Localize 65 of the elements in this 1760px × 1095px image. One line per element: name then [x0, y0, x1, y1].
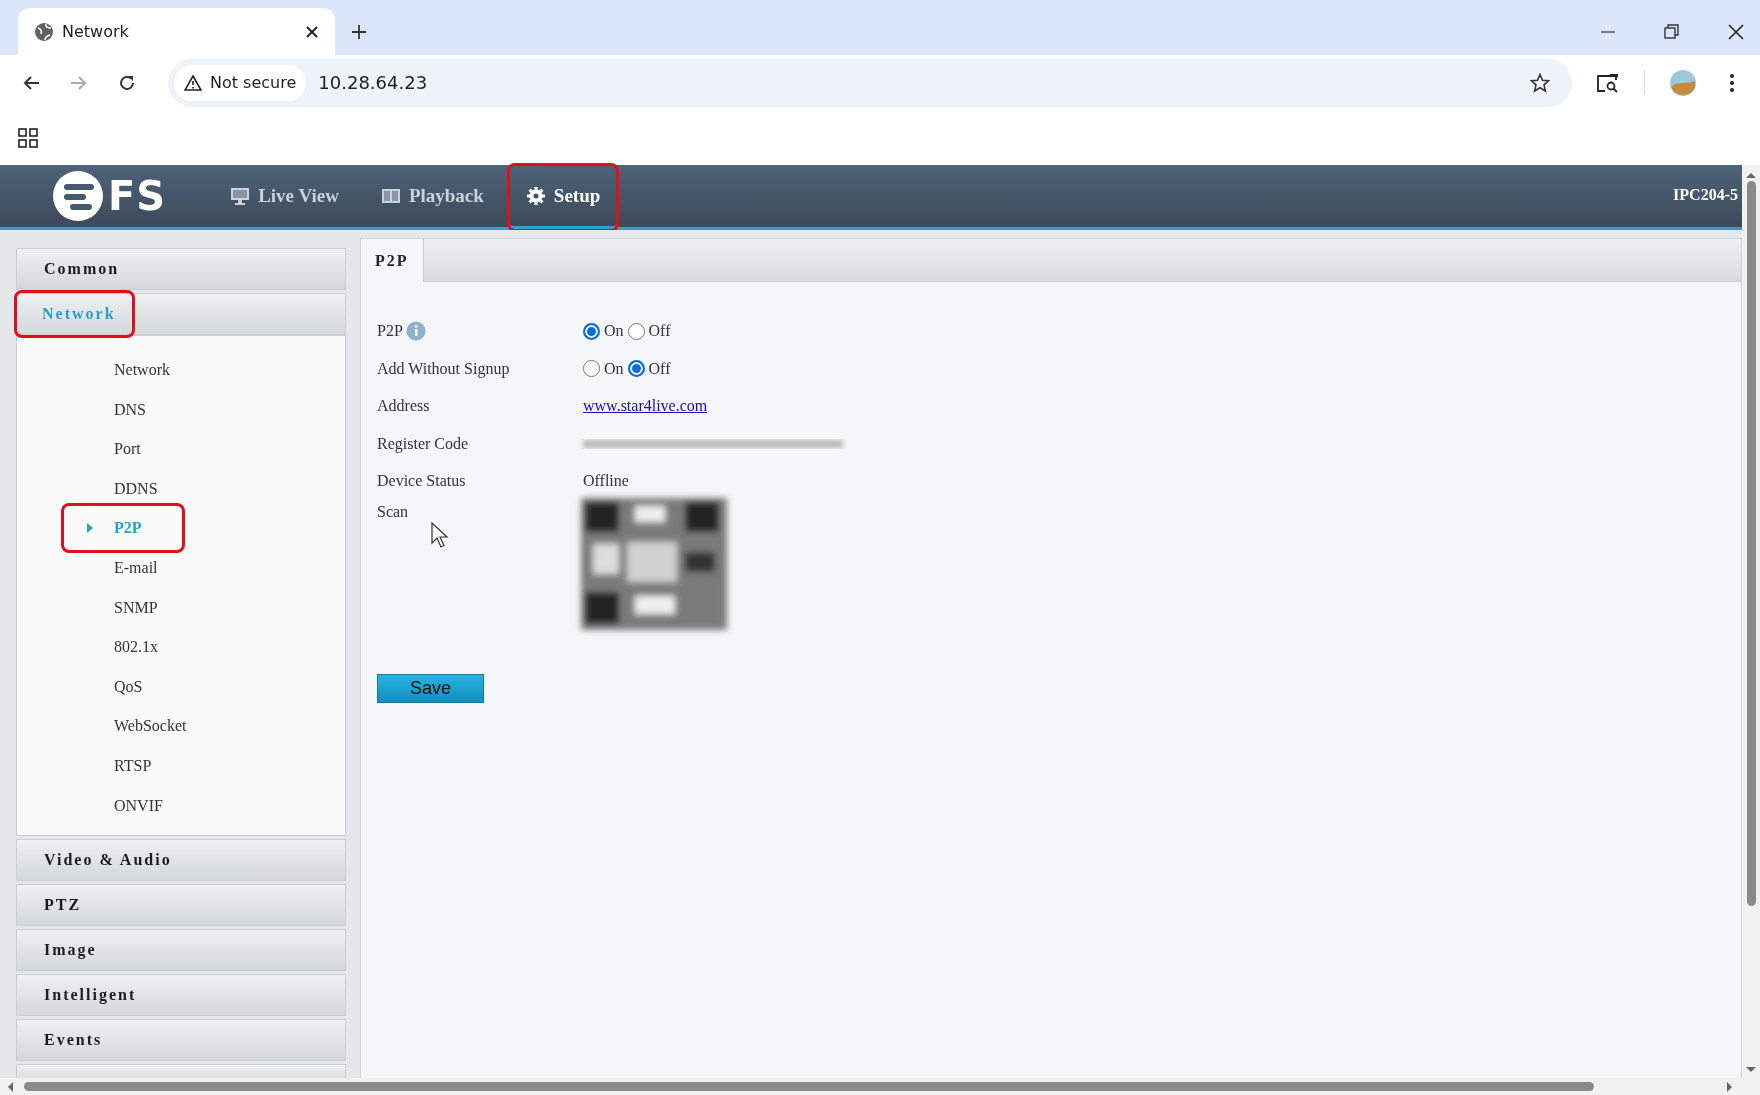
- radio-option[interactable]: On: [583, 356, 624, 381]
- submenu-item[interactable]: Port: [114, 429, 141, 470]
- status-value: Offline: [583, 471, 629, 492]
- address-link[interactable]: www.star4live.com: [583, 394, 708, 419]
- avatar-icon[interactable]: [1669, 68, 1697, 97]
- submenu-item[interactable]: QoS: [114, 666, 143, 707]
- vertical-scrollbar[interactable]: [1742, 165, 1760, 1079]
- radio-option[interactable]: On: [583, 319, 624, 344]
- star-icon[interactable]: [1530, 72, 1550, 93]
- content-tab[interactable]: P2P: [361, 239, 424, 283]
- scroll-right-icon[interactable]: [1726, 1080, 1734, 1093]
- cursor-icon: [431, 522, 449, 549]
- nav-tab[interactable]: Playback: [364, 166, 500, 230]
- warning-icon: [184, 74, 202, 91]
- submenu-item[interactable]: WebSocket: [114, 706, 187, 747]
- lens-icon[interactable]: [1596, 72, 1620, 93]
- tab-title: Network: [62, 20, 130, 43]
- close-icon[interactable]: [305, 24, 319, 39]
- sidebar-section[interactable]: Common: [16, 248, 346, 291]
- scroll-up-icon[interactable]: [1745, 171, 1757, 179]
- monitor-icon: [230, 186, 251, 207]
- address-bar[interactable]: Not secure 10.28.64.23: [168, 58, 1572, 107]
- browser-tab[interactable]: Network: [18, 8, 335, 55]
- submenu-item[interactable]: DNS: [114, 389, 146, 430]
- sidebar-section[interactable]: Image: [16, 929, 346, 972]
- horizontal-scrollbar[interactable]: [0, 1078, 1760, 1095]
- nav-tab[interactable]: Live View: [214, 166, 355, 230]
- apps-icon[interactable]: [18, 127, 38, 148]
- device-name: IPC204-5: [1673, 185, 1738, 205]
- sidebar-section[interactable]: Intelligent: [16, 974, 346, 1017]
- restore-icon[interactable]: [1664, 23, 1680, 40]
- submenu-item[interactable]: RTSP: [114, 746, 152, 787]
- radio-option[interactable]: Off: [627, 319, 671, 344]
- field-label: Register Code: [377, 433, 469, 455]
- sidebar-section[interactable]: Video & Audio: [16, 839, 346, 882]
- field-label: Add Without Signup: [377, 358, 510, 380]
- back-icon[interactable]: [22, 74, 40, 92]
- url-text: 10.28.64.23: [318, 71, 429, 95]
- field-label: Scan: [377, 501, 409, 522]
- logo-text: FS: [108, 172, 167, 222]
- sidebar-section[interactable]: PTZ: [16, 884, 346, 927]
- field-label: P2P: [377, 321, 403, 342]
- sidebar-section[interactable]: Events: [16, 1019, 346, 1062]
- caret-icon: [86, 523, 94, 534]
- submenu-item[interactable]: ONVIF: [114, 785, 163, 826]
- scroll-left-icon[interactable]: [6, 1080, 14, 1093]
- field-label: Address: [377, 396, 430, 417]
- nav-tab[interactable]: Setup: [509, 166, 617, 230]
- close-icon[interactable]: [1728, 23, 1744, 40]
- submenu-item[interactable]: DDNS: [114, 468, 158, 509]
- globe-icon: [34, 21, 54, 42]
- menu-icon[interactable]: [1729, 72, 1735, 93]
- submenu-item[interactable]: Network: [114, 350, 170, 391]
- reload-icon[interactable]: [118, 74, 136, 92]
- radio-option[interactable]: Off: [627, 356, 671, 381]
- security-chip[interactable]: Not secure: [174, 64, 307, 101]
- submenu-item[interactable]: SNMP: [114, 587, 158, 628]
- new-tab-icon[interactable]: [351, 24, 367, 40]
- save-button[interactable]: Save: [377, 673, 484, 703]
- gear-icon: [525, 186, 546, 207]
- submenu-item[interactable]: 802.1x: [114, 627, 158, 668]
- field-label: Device Status: [377, 471, 466, 492]
- logo-icon: [52, 170, 104, 223]
- scroll-down-icon[interactable]: [1745, 1066, 1757, 1075]
- submenu-item[interactable]: E-mail: [114, 548, 158, 589]
